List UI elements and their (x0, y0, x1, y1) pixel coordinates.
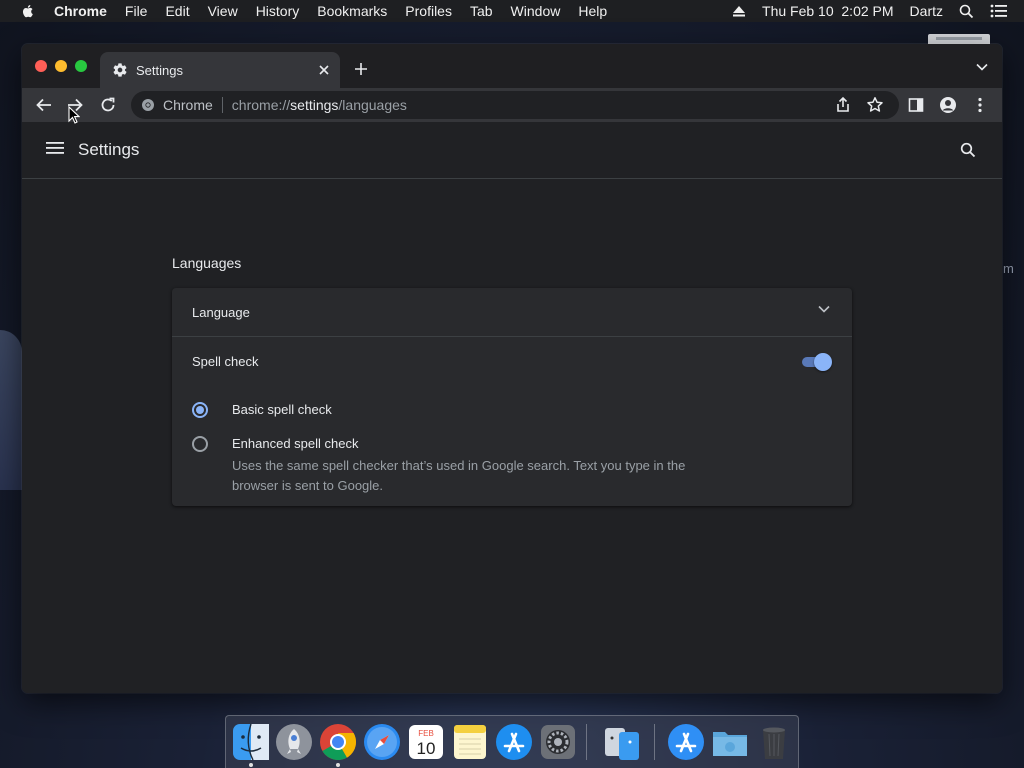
settings-page: Settings Languages Language Spell check (22, 122, 1002, 693)
finder-running-indicator (249, 763, 253, 767)
tab-settings[interactable]: Settings (100, 52, 340, 88)
mouse-pointer-icon (68, 106, 80, 124)
reload-icon[interactable] (99, 96, 117, 114)
window-zoom-button[interactable] (75, 60, 87, 72)
bookmark-star-icon[interactable] (866, 96, 884, 114)
chevron-down-icon[interactable] (818, 305, 830, 313)
launchpad-icon[interactable] (274, 722, 314, 762)
chrome-site-icon[interactable] (141, 98, 155, 112)
menu-history[interactable]: History (256, 3, 300, 19)
calendar-icon[interactable]: FEB 10 (406, 722, 446, 762)
tab-search-chevron-icon[interactable] (976, 63, 988, 71)
desktop-item-label: m (1003, 261, 1014, 276)
tab-close-icon[interactable] (316, 62, 332, 78)
gear-icon (113, 63, 127, 77)
share-icon[interactable] (834, 96, 852, 114)
basic-spell-check-label[interactable]: Basic spell check (232, 402, 332, 417)
dock-divider (654, 724, 655, 760)
side-panel-icon[interactable] (907, 96, 925, 114)
menubar-status-area: Thu Feb 10 2:02 PM Dartz (732, 0, 1024, 22)
language-row[interactable]: Language (172, 288, 852, 337)
language-row-label: Language (192, 305, 250, 320)
url-scheme: chrome:// (231, 97, 291, 113)
enhanced-spell-check-label[interactable]: Enhanced spell check (232, 436, 358, 451)
spell-check-toggle[interactable] (800, 353, 832, 371)
trash-icon[interactable] (754, 722, 794, 762)
settings-title: Settings (78, 140, 140, 159)
menu-view[interactable]: View (208, 3, 238, 19)
tab-title: Settings (136, 62, 183, 78)
menubar-clock[interactable]: Thu Feb 10 2:02 PM (762, 3, 894, 19)
menu-bookmarks[interactable]: Bookmarks (317, 3, 387, 19)
safari-icon[interactable] (362, 722, 402, 762)
apple-icon[interactable] (20, 3, 36, 19)
tab-strip: Settings (22, 44, 1002, 88)
menubar-user[interactable]: Dartz (910, 3, 943, 19)
menu-window[interactable]: Window (511, 3, 561, 19)
languages-card: Language Spell check Basic spell check E… (172, 288, 852, 506)
search-icon[interactable] (960, 142, 976, 158)
calendar-day: 10 (417, 739, 436, 758)
back-arrow-icon[interactable] (35, 96, 53, 114)
wallpaper-mountain (0, 330, 22, 490)
menu-tab[interactable]: Tab (470, 3, 493, 19)
notification-center-icon[interactable] (990, 4, 1008, 18)
window-minimize-button[interactable] (55, 60, 67, 72)
system-preferences-icon[interactable] (538, 722, 578, 762)
eject-icon[interactable] (732, 5, 746, 17)
dock: FEB 10 (225, 715, 799, 768)
browser-toolbar: Chrome chrome:// settings /languages (22, 88, 1002, 122)
app-store-icon[interactable] (494, 722, 534, 762)
applications-folder-icon[interactable] (666, 722, 706, 762)
address-bar[interactable]: Chrome chrome:// settings /languages (131, 91, 899, 119)
migration-assistant-icon[interactable] (602, 722, 642, 762)
chrome-icon[interactable] (318, 722, 358, 762)
calendar-month: FEB (418, 729, 434, 738)
kebab-menu-icon[interactable] (971, 96, 989, 114)
enhanced-spell-check-description: Uses the same spell checker that’s used … (232, 458, 686, 493)
dock-divider (586, 724, 587, 760)
chrome-running-indicator (336, 763, 340, 767)
chrome-window: Settings Chrome chrome:// settings /lang… (22, 44, 1002, 693)
window-close-button[interactable] (35, 60, 47, 72)
downloads-folder-icon[interactable] (710, 722, 750, 762)
menu-app-chrome[interactable]: Chrome (54, 3, 107, 19)
new-tab-icon[interactable] (353, 61, 369, 77)
notes-icon[interactable] (450, 722, 490, 762)
menu-bar: Chrome File Edit View History Bookmarks … (0, 0, 1024, 22)
spell-check-label: Spell check (192, 354, 259, 369)
menu-edit[interactable]: Edit (165, 3, 189, 19)
spotlight-search-icon[interactable] (959, 4, 974, 19)
url-path: /languages (338, 97, 407, 113)
finder-icon[interactable] (231, 722, 271, 762)
url-host: settings (290, 97, 339, 113)
enhanced-spell-check-radio[interactable] (192, 436, 208, 452)
hamburger-menu-icon[interactable] (46, 141, 64, 155)
basic-spell-check-radio[interactable] (192, 402, 208, 418)
toggle-knob (814, 353, 832, 371)
section-title-languages: Languages (172, 255, 242, 271)
omnibox-separator (221, 97, 223, 113)
settings-header: Settings (22, 122, 1002, 179)
menu-profiles[interactable]: Profiles (405, 3, 452, 19)
profile-avatar-icon[interactable] (939, 96, 957, 114)
site-chip-label: Chrome (163, 97, 213, 113)
menu-help[interactable]: Help (578, 3, 607, 19)
menu-file[interactable]: File (125, 3, 148, 19)
